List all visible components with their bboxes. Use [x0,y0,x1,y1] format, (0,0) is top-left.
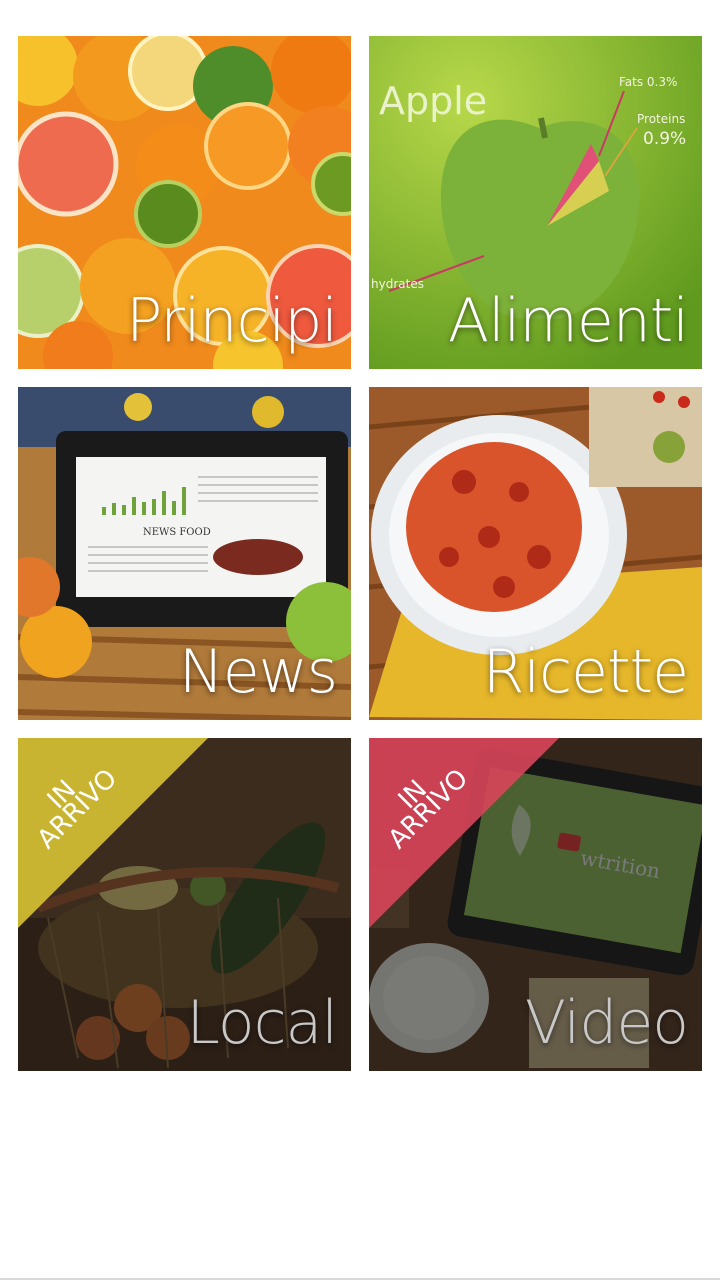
coming-soon-ribbon: IN ARRIVO [18,738,208,928]
tile-label: Local [186,988,338,1058]
proteins-value: 0.9% [643,129,686,149]
tile-label: News [178,637,338,707]
tile-video[interactable]: wtrition IN ARRIVO Video [369,738,702,1071]
coming-soon-ribbon: IN ARRIVO [369,738,559,928]
tile-label: Ricette [482,637,689,707]
news-food-title: NEWS FOOD [143,527,211,538]
tile-label: Alimenti [448,286,689,356]
carbs-label: hydrates [371,277,424,291]
tile-principi[interactable]: Principi [18,36,351,369]
tile-label: Video [524,988,689,1058]
tile-alimenti[interactable]: Apple Fats 0.3% Proteins 0.9% hydrates A… [369,36,702,369]
tile-ricette[interactable]: Ricette [369,387,702,720]
proteins-label: Proteins [637,112,685,126]
fats-label: Fats 0.3% [619,75,677,89]
apple-title: Apple [379,79,487,123]
tile-label: Principi [126,286,338,356]
tile-news[interactable]: NEWS FOOD News [18,387,351,720]
tile-local[interactable]: IN ARRIVO Local [18,738,351,1071]
